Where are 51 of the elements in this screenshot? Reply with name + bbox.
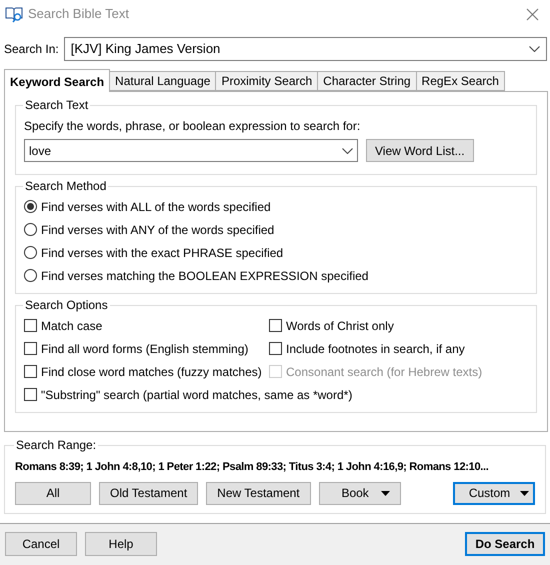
dropdown-button[interactable]: Book: [318, 482, 401, 504]
checkbox[interactable]: [24, 365, 37, 378]
group-title: Search Text: [25, 98, 88, 112]
group-title: Search Method: [25, 179, 106, 193]
tab[interactable]: Keyword Search: [4, 69, 110, 92]
range-button[interactable]: Old Testament: [99, 482, 198, 504]
caret-icon: [380, 490, 390, 496]
group-title: Search Range:: [16, 438, 96, 452]
search-in-label: Search In:: [4, 41, 59, 58]
view-word-list-button[interactable]: View Word List...: [366, 139, 474, 162]
checkbox-label: Find all word forms (English stemming): [41, 340, 248, 358]
close-icon: [526, 8, 538, 20]
radio-label: Find verses with the exact PHRASE specified: [41, 244, 284, 262]
dropdown-button[interactable]: Custom: [453, 482, 535, 504]
tab[interactable]: Natural Language: [109, 71, 216, 91]
checkbox[interactable]: [269, 342, 282, 355]
book-search-icon: [5, 5, 23, 23]
checkbox-label: Words of Christ only: [286, 318, 394, 334]
radio-label: Find verses with ALL of the words specified: [41, 198, 271, 216]
range-button[interactable]: New Testament: [206, 482, 311, 504]
radio-button[interactable]: [24, 200, 37, 213]
checkbox[interactable]: [24, 319, 37, 332]
dialog-button[interactable]: Help: [85, 532, 157, 556]
range-button[interactable]: All: [15, 482, 91, 504]
radio-button[interactable]: [24, 223, 37, 236]
checkbox[interactable]: [269, 319, 282, 332]
search-text-field[interactable]: love: [24, 139, 358, 162]
checkbox-label: Match case: [41, 318, 102, 334]
caret-icon: [520, 490, 530, 496]
chevron-down-icon: [529, 46, 540, 52]
checkbox-label: Consonant search (for Hebrew texts): [286, 364, 482, 380]
checkbox[interactable]: [24, 342, 37, 355]
checkbox-label: Include footnotes in search, if any: [286, 340, 465, 358]
group-title: Search Options: [25, 298, 108, 312]
search-range-text: Romans 8:39; 1 John 4:8,10; 1 Peter 1:22; Psalm 89:33; Titus 3:4; 1 John 4:16,9; Romans 12:10...: [15, 460, 490, 475]
radio-label: Find verses matching the BOOLEAN EXPRESSION specified: [41, 268, 368, 284]
tab[interactable]: Proximity Search: [215, 71, 318, 91]
radio-button[interactable]: [24, 269, 37, 282]
radio-button[interactable]: [24, 246, 37, 259]
window-title: Search Bible Text: [28, 5, 129, 24]
radio-label: Find verses with ANY of the words specified: [41, 222, 274, 238]
checkbox-label: Find close word matches (fuzzy matches): [41, 364, 262, 380]
search-prompt: Specify the words, phrase, or boolean expression to search for:: [24, 118, 362, 135]
tab[interactable]: Character String: [317, 71, 417, 91]
tab[interactable]: RegEx Search: [416, 71, 505, 91]
checkbox[interactable]: [24, 388, 37, 401]
version-dropdown[interactable]: [KJV] King James Version: [64, 37, 547, 61]
dialog-button[interactable]: Cancel: [5, 532, 77, 556]
checkbox-label: "Substring" search (partial word matches, same as *word*): [41, 386, 352, 404]
do-search-button[interactable]: Do Search: [465, 532, 545, 556]
chevron-down-icon: [342, 148, 353, 154]
